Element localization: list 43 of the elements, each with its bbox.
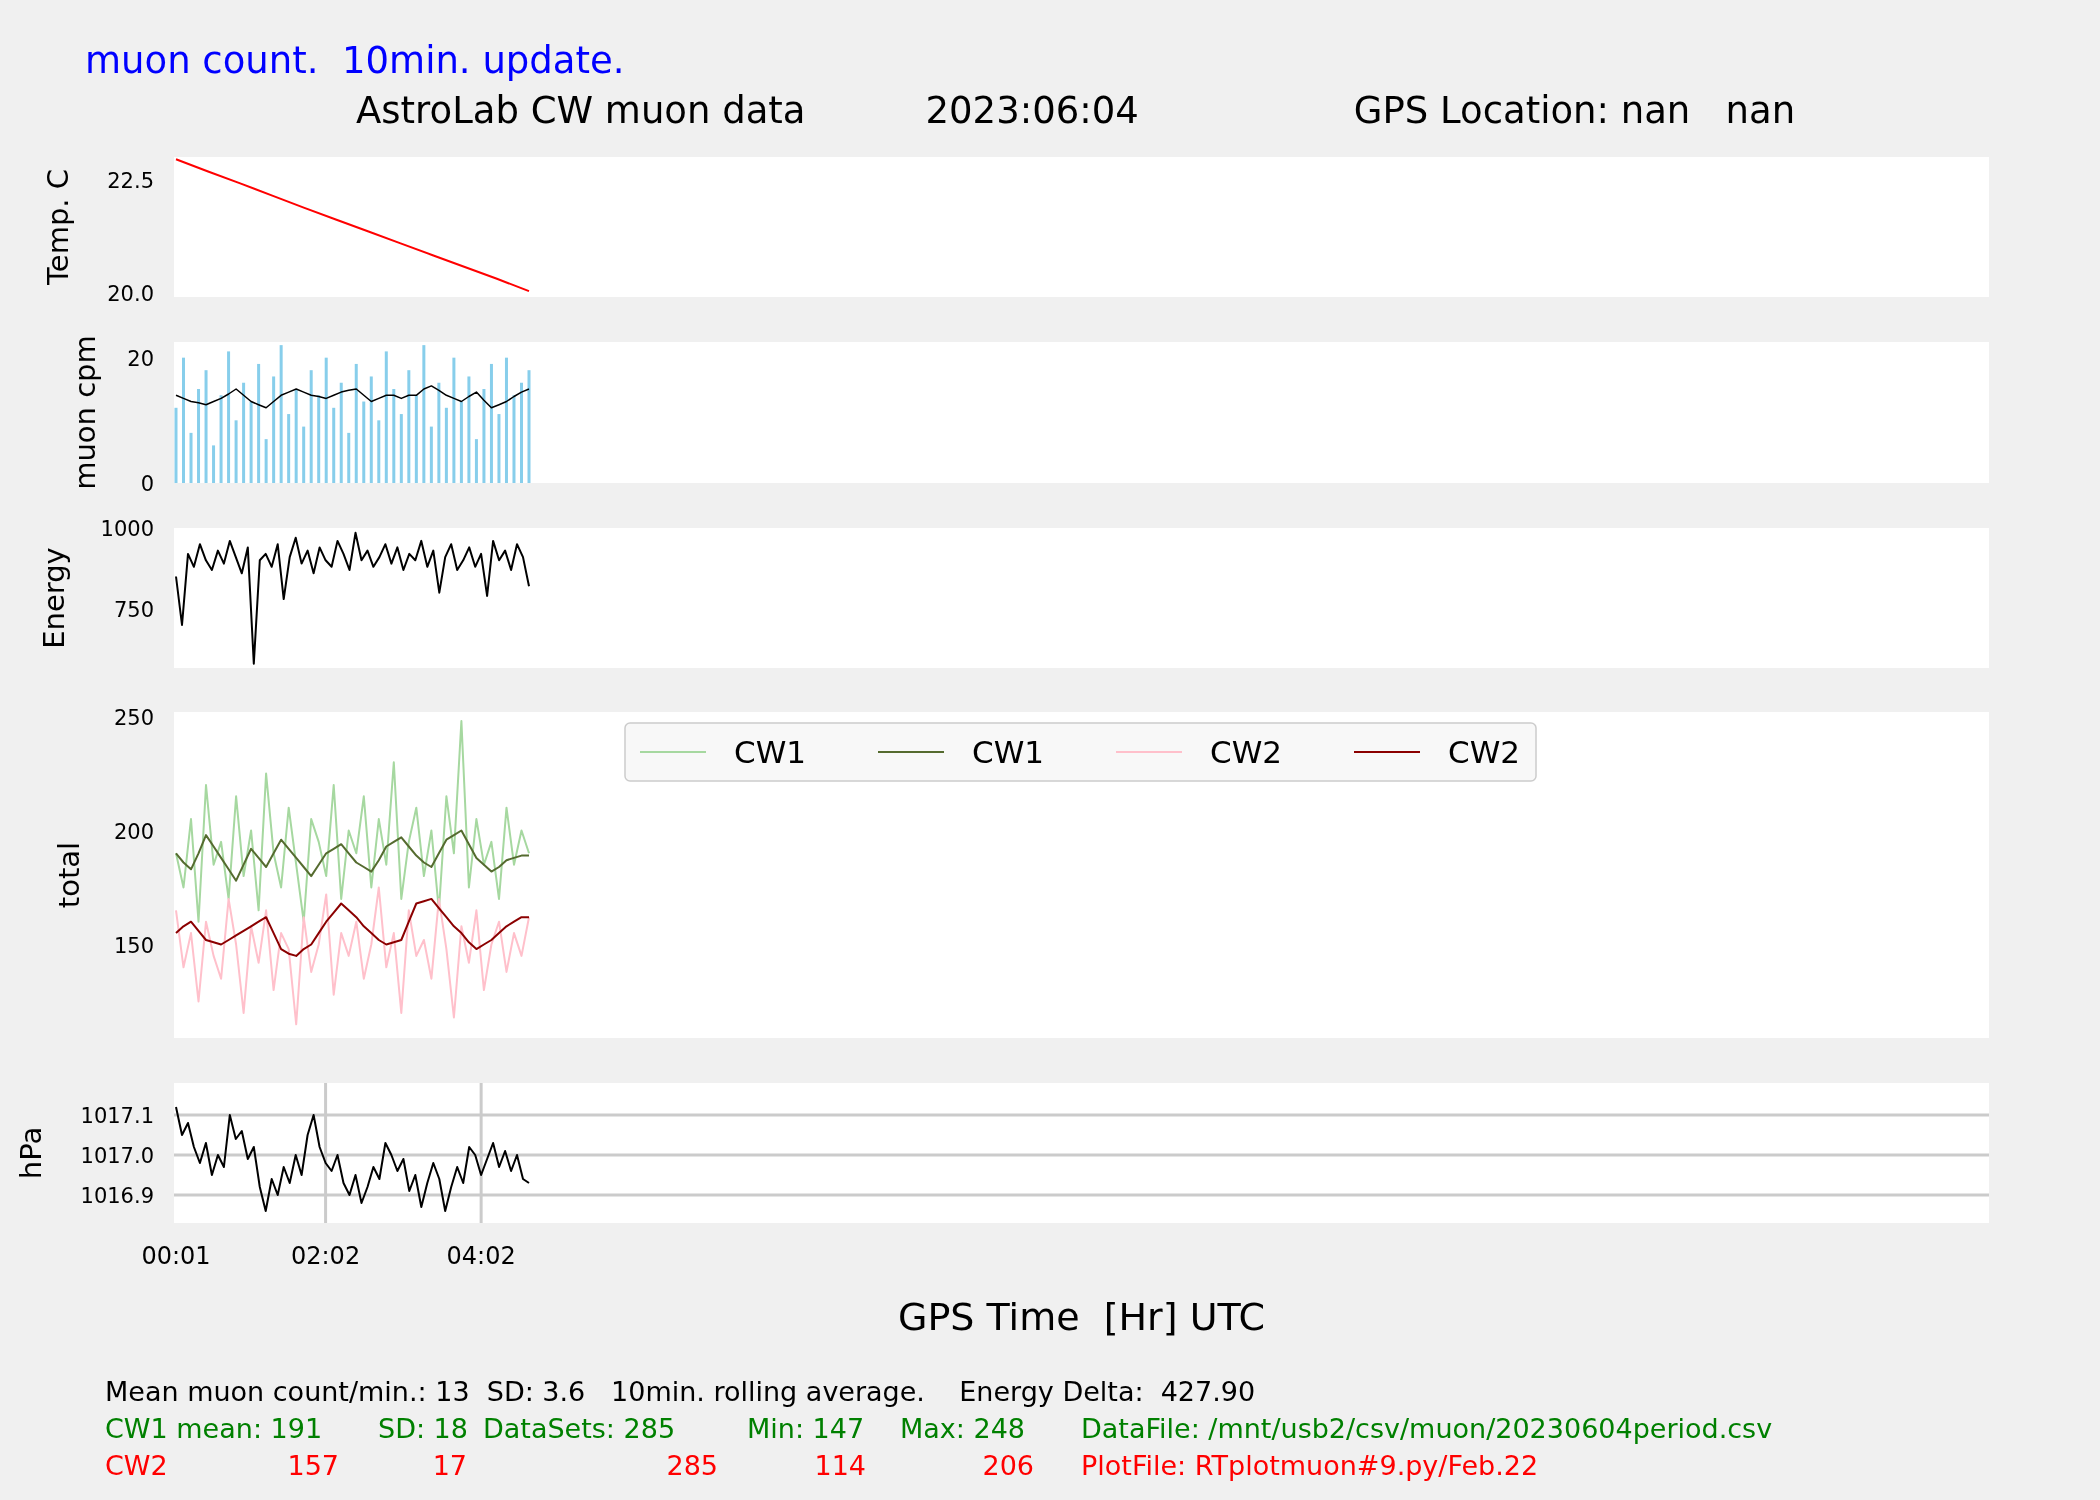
axis-label: Energy [37,547,71,649]
tick-label: 200 [113,819,154,844]
tick-label: 22.5 [107,168,154,193]
tick-label: 04:02 [446,1242,516,1270]
chart-title: AstroLab CW muon data [356,90,806,132]
tick-label: 00:01 [141,1242,211,1270]
axis-label: total [52,841,86,909]
stat-text: Max: 248 [900,1413,1026,1444]
axis-label: Temp. C [41,169,75,285]
tick-label: 20 [127,346,154,371]
tick-label: 1016.9 [80,1184,154,1208]
tick-label: 1017.1 [80,1104,154,1128]
stat-text: CW2 [105,1449,168,1483]
stat-text: PlotFile: RTplotmuon#9.py/Feb.22 [1081,1450,1539,1481]
date-label: 2023:06:04 [925,90,1139,132]
stat-text: CW1 mean: 191 [105,1413,323,1444]
tick-label: 1000 [100,517,154,541]
tick-label: 250 [113,705,154,730]
stat-text: SD: 18 [378,1413,468,1444]
tick-label: 20.0 [107,282,154,307]
stat-text: 285 [666,1449,718,1483]
stat-text: 17 [432,1449,467,1483]
stat-text: 157 [287,1449,339,1483]
legend-label: CW2 [1210,734,1283,770]
location-label: GPS Location: nan nan [1353,90,1796,132]
legend-label: CW2 [1448,734,1521,770]
stat-text: DataSets: 285 [483,1413,676,1444]
tick-label: 750 [113,597,154,622]
axis-label: muon cpm [68,335,102,490]
update-note: muon count. 10min. update. [85,40,625,82]
tick-label: 1017.0 [80,1144,154,1168]
legend-label: CW1 [734,734,807,770]
stat-text: DataFile: /mnt/usb2/csv/muon/20230604period.csv [1081,1413,1773,1444]
summary-text: Mean muon count/min.: 13 SD: 3.6 10min. rolling average. Energy Delta: 427.90 [105,1375,1256,1409]
stat-text: 114 [814,1449,866,1483]
stat-text: 206 [982,1449,1034,1483]
tick-label: 150 [113,933,154,958]
axis-title: GPS Time [Hr] UTC [898,1294,1265,1340]
tick-label: 0 [140,472,154,495]
legend-label: CW1 [972,734,1045,770]
axis-label: hPa [14,1126,48,1180]
tick-label: 02:02 [291,1242,361,1270]
stat-text: Min: 147 [747,1413,865,1444]
